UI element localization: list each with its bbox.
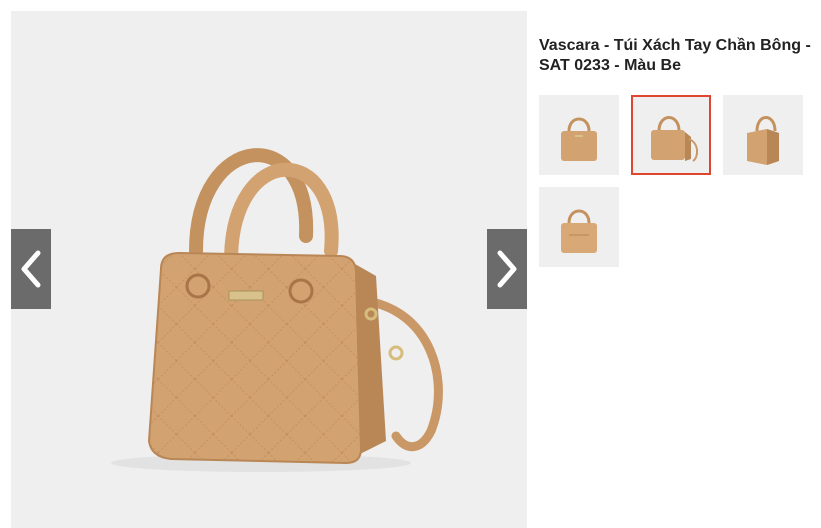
- thumbnail-back-view[interactable]: [539, 187, 619, 267]
- handbag-angle-view: [651, 116, 699, 162]
- thumbnail-side-view[interactable]: [723, 95, 803, 175]
- handbag-front-view: [561, 117, 597, 161]
- thumbnail-front-view[interactable]: [539, 95, 619, 175]
- chevron-right-icon: [497, 250, 517, 288]
- handbag-back-view: [561, 209, 597, 253]
- next-image-button[interactable]: [487, 229, 527, 309]
- main-product-image: [11, 11, 527, 528]
- chevron-left-icon: [21, 250, 41, 288]
- beige-quilted-handbag-image: [111, 148, 443, 472]
- previous-image-button[interactable]: [11, 229, 51, 309]
- product-title: Vascara - Túi Xách Tay Chần Bông - SAT 0…: [539, 37, 811, 74]
- handbag-side-view: [747, 116, 779, 165]
- thumbnail-angle-view[interactable]: [631, 95, 711, 175]
